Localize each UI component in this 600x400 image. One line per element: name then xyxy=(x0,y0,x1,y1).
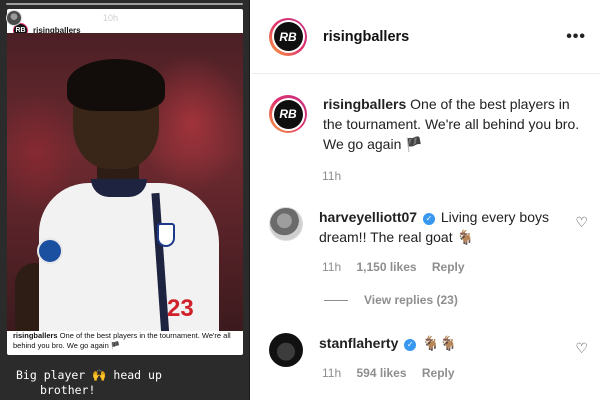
comment-time: 11h xyxy=(322,260,342,274)
caption-meta: 11h xyxy=(322,169,353,183)
comment-time: 11h xyxy=(322,366,342,380)
shared-post-card[interactable]: RB risingballers 23 risingballers One of… xyxy=(7,9,243,355)
story-avatar[interactable] xyxy=(6,10,22,26)
comment-likes[interactable]: 594 likes xyxy=(356,366,406,380)
more-options-icon[interactable]: ••• xyxy=(566,28,586,46)
caption-row: RB risingballers One of the best players… xyxy=(269,95,583,154)
story-text-overlay: Big player 🙌 head up brother! xyxy=(16,368,162,398)
comment-avatar[interactable] xyxy=(269,333,303,367)
shared-post-photo: 23 xyxy=(7,33,243,331)
comment-meta: 11h 1,150 likes Reply xyxy=(322,260,477,274)
post-username[interactable]: risingballers xyxy=(323,29,409,45)
comment-row: stanflaherty ✓ 🐐🐐 xyxy=(269,333,559,367)
crest-icon xyxy=(157,223,175,247)
story-panel: RB risingballers 23 risingballers One of… xyxy=(0,0,250,400)
shirt-number: 23 xyxy=(167,295,194,322)
post-panel: RB risingballers ••• RB risingballers On… xyxy=(252,0,600,400)
post-header: RB risingballers ••• xyxy=(252,0,600,74)
risingballers-logo: RB xyxy=(273,99,303,129)
comment-text: 🐐🐐 xyxy=(422,335,458,351)
comment-meta: 11h 594 likes Reply xyxy=(322,366,467,380)
comment-likes[interactable]: 1,150 likes xyxy=(356,260,416,274)
comment-username[interactable]: harveyelliott07 xyxy=(319,209,417,225)
reply-button[interactable]: Reply xyxy=(422,366,455,380)
story-username[interactable]: harveyelliott07 xyxy=(28,13,98,24)
more-icon[interactable]: ··· xyxy=(233,13,243,23)
verified-icon: ✓ xyxy=(404,339,417,351)
post-avatar[interactable]: RB xyxy=(269,17,307,56)
shared-post-caption: risingballers One of the best players in… xyxy=(13,331,237,351)
story-text-line-1: Big player 🙌 head up xyxy=(16,368,162,382)
story-text-line-2: brother! xyxy=(40,383,96,397)
risingballers-logo: RB xyxy=(273,22,303,51)
caption-text-block: risingballers One of the best players in… xyxy=(323,94,583,154)
comment-avatar[interactable] xyxy=(269,207,303,241)
verified-icon: ✓ xyxy=(422,213,435,225)
like-heart-icon[interactable]: ♡ xyxy=(575,340,588,357)
caption-avatar[interactable]: RB xyxy=(269,95,307,133)
caption-username[interactable]: risingballers xyxy=(323,96,406,112)
caption-time: 11h xyxy=(322,169,342,183)
tournament-patch-icon xyxy=(37,238,63,264)
comment-row: harveyelliott07 ✓ Living every boys drea… xyxy=(269,207,559,247)
view-replies-line xyxy=(324,299,348,301)
mute-icon[interactable]: ◀ xyxy=(218,13,226,23)
view-replies-label: View replies (23) xyxy=(364,293,458,307)
comment-text-block: stanflaherty ✓ 🐐🐐 xyxy=(319,333,559,367)
comment-text-block: harveyelliott07 ✓ Living every boys drea… xyxy=(319,207,559,247)
like-heart-icon[interactable]: ♡ xyxy=(575,214,588,231)
comment-username[interactable]: stanflaherty xyxy=(319,335,398,351)
reply-button[interactable]: Reply xyxy=(432,260,465,274)
play-icon[interactable]: ▶ xyxy=(204,13,212,23)
story-controls: ▶ ◀ ··· xyxy=(204,13,243,23)
story-header: harveyelliott07 10h ▶ ◀ ··· xyxy=(6,5,243,31)
shared-post-caption-user: risingballers xyxy=(13,331,58,340)
story-time: 10h xyxy=(103,13,119,23)
view-replies-button[interactable]: View replies (23) xyxy=(324,293,458,307)
